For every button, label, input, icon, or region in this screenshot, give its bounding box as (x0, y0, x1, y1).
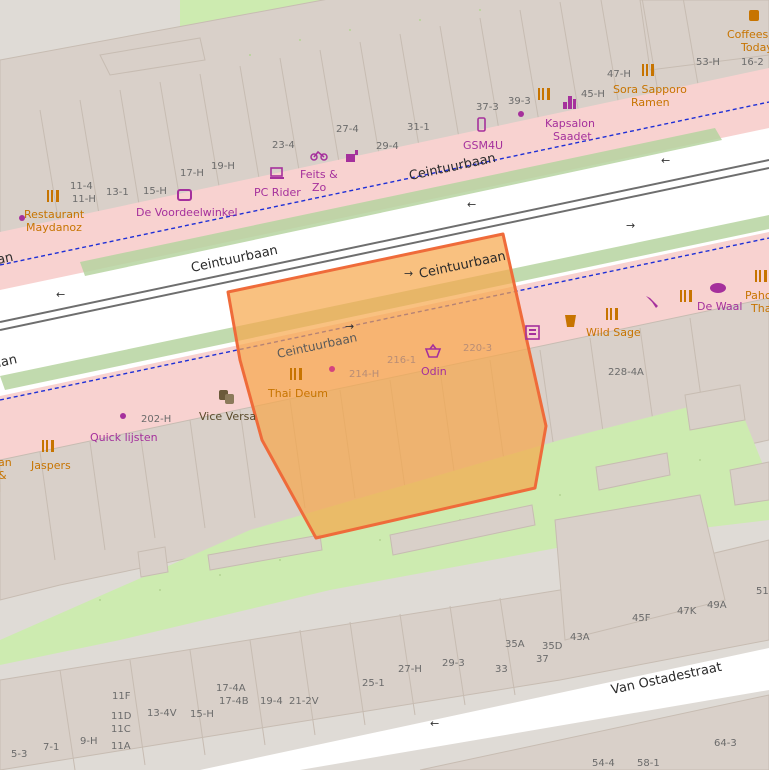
house-number: 33 (495, 664, 508, 675)
house-number: 5-3 (11, 749, 27, 760)
poi-label-sora-2[interactable]: Ramen (631, 96, 670, 109)
poi-label-pc-rider[interactable]: PC Rider (254, 186, 301, 199)
house-number: 54-4 (592, 758, 615, 769)
house-number: 13-4V (147, 708, 177, 719)
house-number: 49A (707, 600, 727, 611)
house-number: 21-2V (289, 696, 319, 707)
house-number: 47K (677, 606, 697, 617)
poi-label-sora-1[interactable]: Sora Sapporo (613, 83, 687, 96)
house-number: 216-1 (387, 355, 416, 366)
arrow-4: ← (56, 288, 65, 301)
poi-label-vice-versa[interactable]: Vice Versa (199, 410, 256, 423)
poi-label-feits-1[interactable]: Feits & (300, 168, 338, 181)
house-number: 47-H (607, 69, 631, 80)
arrow-5: → (404, 267, 413, 280)
house-number: 15-H (190, 709, 214, 720)
house-number: 220-3 (463, 343, 492, 354)
house-number: 9-H (80, 736, 98, 747)
house-number: 11D (111, 711, 132, 722)
poi-label-restaurant-maydanoz-2[interactable]: Maydanoz (26, 221, 82, 234)
house-number: 29-4 (376, 141, 399, 152)
house-number: 43A (570, 632, 590, 643)
poi-dot-214[interactable] (329, 366, 335, 372)
restaurant-icon[interactable] (42, 440, 54, 452)
house-number: 37-3 (476, 102, 499, 113)
poi-label-wild-sage[interactable]: Wild Sage (586, 326, 641, 339)
poi-label-thai-deum[interactable]: Thai Deum (267, 387, 328, 400)
restaurant-icon[interactable] (538, 88, 550, 100)
poi-label-jaspers[interactable]: Jaspers (30, 459, 71, 472)
poi-label-edge-an[interactable]: an (0, 456, 12, 469)
restaurant-icon[interactable] (606, 308, 618, 320)
poi-label-gsm4u[interactable]: GSM4U (463, 139, 503, 152)
arrow-2: ← (661, 154, 670, 167)
poi-label-edge-l[interactable]: l (0, 482, 1, 495)
poi-label-pahc-1[interactable]: Pahc (745, 289, 769, 302)
house-number: 17-4B (219, 696, 249, 707)
house-number: 29-3 (442, 658, 465, 669)
house-number: 214-H (349, 369, 379, 380)
poi-dot-39[interactable] (518, 111, 524, 117)
poi-label-pahc-2[interactable]: Tha (750, 302, 769, 315)
house-number: 15-H (143, 186, 167, 197)
house-number: 11F (112, 691, 131, 702)
restaurant-icon[interactable] (755, 270, 767, 282)
house-number: 11-4 (70, 181, 93, 192)
poi-label-coffeeshop-1[interactable]: Coffeesh (727, 28, 769, 41)
house-number: 23-4 (272, 140, 295, 151)
poi-label-quick-lijsten[interactable]: Quick lijsten (90, 431, 158, 444)
house-number: 17-4A (216, 683, 246, 694)
arrow-7: ← (430, 717, 439, 730)
poi-dot-quick[interactable] (120, 413, 126, 419)
poi-label-kapsalon-2[interactable]: Saadet (553, 130, 592, 143)
restaurant-icon[interactable] (680, 290, 692, 302)
house-number: 202-H (141, 414, 171, 425)
poi-label-odin[interactable]: Odin (421, 365, 447, 378)
house-number: 51 (756, 586, 769, 597)
house-number: 19-H (211, 161, 235, 172)
poi-label-restaurant-maydanoz-1[interactable]: Restaurant (24, 208, 85, 221)
poi-label-coffeeshop-2[interactable]: Today (740, 41, 769, 54)
poi-label-de-waal[interactable]: De Waal (697, 300, 742, 313)
house-number: 7-1 (43, 742, 59, 753)
house-number: 53-H (696, 57, 720, 68)
poi-label-feits-2[interactable]: Zo (312, 181, 327, 194)
bread-icon[interactable] (710, 283, 726, 293)
house-number: 58-1 (637, 758, 660, 769)
house-number: 13-1 (106, 187, 129, 198)
house-number: 11A (111, 741, 131, 752)
house-number: 37 (536, 654, 549, 665)
map-canvas[interactable]: ← ← → ← → → ← Ceintuurbaan Ceintuurbaan … (0, 0, 769, 770)
restaurant-icon[interactable] (642, 64, 654, 76)
house-number: 27-H (398, 664, 422, 675)
house-number: 11C (111, 724, 131, 735)
house-number: 11-H (72, 194, 96, 205)
house-number: 228-4A (608, 367, 644, 378)
house-number: 45-H (581, 89, 605, 100)
house-number: 35A (505, 639, 525, 650)
coffee-icon[interactable] (749, 10, 759, 21)
house-number: 25-1 (362, 678, 385, 689)
restaurant-icon[interactable] (290, 368, 302, 380)
house-number: 35D (542, 641, 563, 652)
house-number: 16-2 (741, 57, 764, 68)
house-number: 45F (632, 613, 651, 624)
arrow-3: → (626, 219, 635, 232)
arrow-1: ← (467, 198, 476, 211)
house-number: 64-3 (714, 738, 737, 749)
house-number: 27-4 (336, 124, 359, 135)
restaurant-icon[interactable] (47, 190, 59, 202)
house-number: 19-4 (260, 696, 283, 707)
house-number: 31-1 (407, 122, 430, 133)
poi-label-edge-and[interactable]: & (0, 469, 7, 482)
house-number: 39-3 (508, 96, 531, 107)
poi-label-de-voordeelwinkel[interactable]: De Voordeelwinkel (136, 206, 238, 219)
poi-label-kapsalon-1[interactable]: Kapsalon (545, 117, 595, 130)
house-number: 17-H (180, 168, 204, 179)
